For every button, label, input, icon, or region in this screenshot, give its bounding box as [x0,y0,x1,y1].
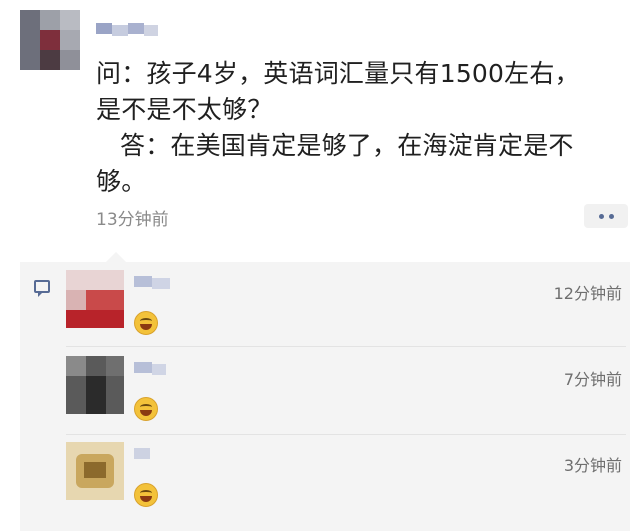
laugh-cry-emoji-icon [134,483,158,507]
post-timestamp: 13分钟前 [96,210,169,230]
laugh-cry-emoji-icon [134,397,158,421]
more-dots-icon [598,213,604,219]
avatar-pixel [66,290,86,310]
avatar-pixel [20,10,40,70]
comment-divider [66,346,626,347]
name-pixel [128,23,144,34]
comment-timestamp: 3分钟前 [563,456,622,475]
comments-section: 用户 12分钟前 用户 7分钟前 用户 [20,262,630,531]
more-options-button[interactable] [584,204,628,228]
name-pixel [134,448,150,459]
avatar-pixel [60,30,80,50]
post-author-name[interactable]: 博主 [96,19,162,41]
comment-author-name[interactable]: 用户 [134,272,184,294]
name-pixel [152,364,166,375]
avatar-pixel [40,30,60,50]
name-pixel [96,23,112,34]
comment-avatar[interactable] [66,356,124,414]
avatar-pixel [60,50,80,70]
laugh-cry-emoji-icon [134,311,158,335]
comment-item[interactable]: 用户 12分钟前 [66,270,626,348]
avatar-pixel [40,50,60,70]
comment-author-name[interactable]: 用户 [134,444,184,466]
question-line-2: 是不是不太够？ [96,95,273,124]
more-dots-icon [608,213,614,219]
name-pixel [112,25,128,36]
post-content: 问：孩子4岁，英语词汇量只有1500左右， 是不是不太够？ 答：在美国肯定是够了… [96,56,626,200]
comments-pointer-arrow [106,252,126,262]
avatar-pixel [66,270,124,290]
question-line-1: 问：孩子4岁，英语词汇量只有1500左右， [96,59,580,88]
avatar-pixel [86,376,106,414]
avatar-pixel [66,310,124,328]
avatar-pixel [40,10,60,30]
avatar-pixel [66,356,86,376]
post-author-avatar[interactable] [20,10,80,70]
name-pixel [134,276,152,287]
comment-author-name[interactable]: 用户 [134,358,184,380]
name-pixel [144,25,158,36]
comment-timestamp: 7分钟前 [563,370,622,389]
comment-avatar[interactable] [66,270,124,328]
comment-avatar[interactable] [66,442,124,500]
avatar-pixel [60,10,80,30]
avatar-pixel [106,356,124,376]
comment-item[interactable]: 用户 3分钟前 [66,442,626,520]
avatar-pixel [84,462,106,478]
name-pixel [134,362,152,373]
avatar-pixel [86,290,124,310]
answer-line-2: 够。 [96,167,147,196]
comment-timestamp: 12分钟前 [553,284,622,303]
comment-icon [34,280,50,297]
comment-item[interactable]: 用户 7分钟前 [66,356,626,434]
comment-divider [66,434,626,435]
name-pixel [152,278,170,289]
answer-line-1: 答：在美国肯定是够了，在海淀肯定是不 [120,131,574,160]
